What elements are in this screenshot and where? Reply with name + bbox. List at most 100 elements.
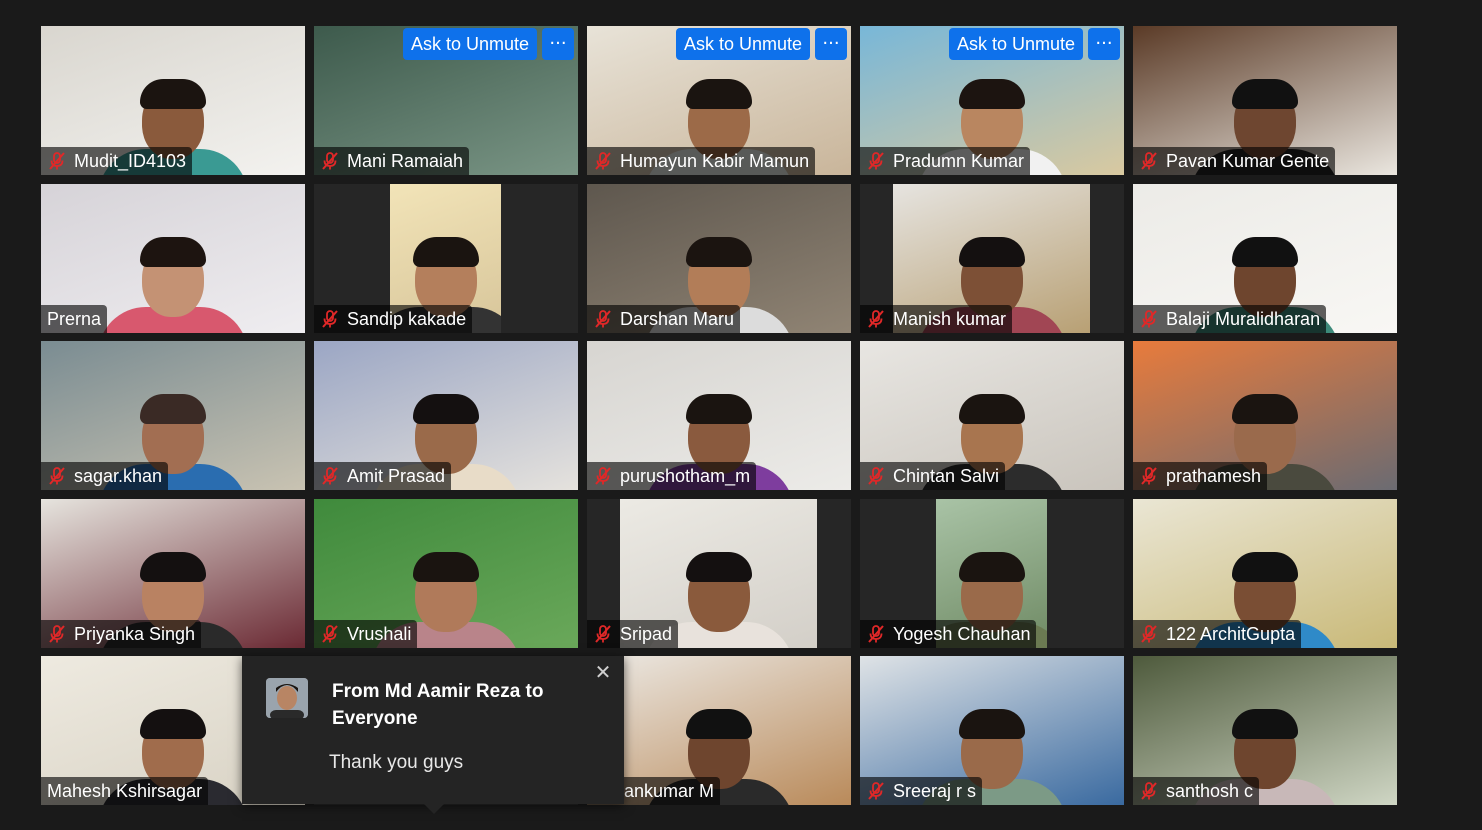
participant-name: Vrushali	[347, 623, 412, 644]
participant-tile[interactable]: Manish kumar	[860, 184, 1124, 333]
participant-name: Pradumn Kumar	[893, 150, 1025, 171]
participant-tile[interactable]: Yogesh Chauhan	[860, 499, 1124, 648]
participant-name: prathamesh	[1166, 465, 1262, 486]
participant-name: Sreeraj r s	[893, 780, 977, 801]
more-options-button[interactable]: ···	[815, 28, 847, 60]
participant-name-tag: Manish kumar	[860, 305, 1013, 333]
mic-muted-icon	[47, 624, 67, 644]
participant-name: Humayun Kabir Mamun	[620, 150, 810, 171]
chat-notification[interactable]: From Md Aamir Reza to Everyone Thank you…	[242, 656, 624, 814]
chat-sender-header: From Md Aamir Reza to Everyone	[332, 681, 544, 729]
participant-tile[interactable]: Pavan Kumar Gente	[1133, 26, 1397, 175]
participant-tile[interactable]: Sandip kakade	[314, 184, 578, 333]
participant-tile[interactable]: Balaji Muralidharan	[1133, 184, 1397, 333]
participant-name-tag: Pavan Kumar Gente	[1133, 147, 1336, 175]
tile-actions: Ask to Unmute ···	[402, 28, 574, 60]
close-icon[interactable]: ✕	[592, 662, 614, 684]
participant-name-tag: Humayun Kabir Mamun	[587, 147, 816, 175]
participant-name: Sandip kakade	[347, 308, 467, 329]
popup-caret	[424, 804, 444, 814]
participant-name-tag: Sripad	[587, 620, 679, 648]
mic-muted-icon	[1139, 151, 1159, 171]
mic-muted-icon	[320, 624, 340, 644]
participant-name-tag: 122 ArchitGupta	[1133, 620, 1302, 648]
mic-muted-icon	[593, 466, 613, 486]
participant-tile[interactable]: Ask to Unmute ··· Mani Ramaiah	[314, 26, 578, 175]
mic-muted-icon	[866, 151, 886, 171]
participant-tile[interactable]: santhosh c	[1133, 656, 1397, 805]
mic-muted-icon	[593, 309, 613, 329]
mic-muted-icon	[866, 466, 886, 486]
participant-name: purushotham_m	[620, 465, 751, 486]
participant-name: santhosh c	[1166, 780, 1254, 801]
participant-name: sagar.khan	[74, 465, 163, 486]
participant-name-tag: purushotham_m	[587, 462, 757, 490]
participant-name-tag: Mani Ramaiah	[314, 147, 470, 175]
tile-actions: Ask to Unmute ···	[948, 28, 1120, 60]
participant-name: Manish kumar	[893, 308, 1007, 329]
participant-name: 122 ArchitGupta	[1166, 623, 1296, 644]
participant-tile[interactable]: Mudit_ID4103	[41, 26, 305, 175]
participant-name: Balaji Muralidharan	[1166, 308, 1321, 329]
chat-message-text: Thank you guys	[329, 752, 464, 773]
mic-muted-icon	[1139, 624, 1159, 644]
participant-name-tag: Pradumn Kumar	[860, 147, 1031, 175]
more-options-button[interactable]: ···	[542, 28, 574, 60]
participant-tile[interactable]: 122 ArchitGupta	[1133, 499, 1397, 648]
participant-tile[interactable]: Amit Prasad	[314, 341, 578, 490]
participant-name: Pavan Kumar Gente	[1166, 150, 1330, 171]
participant-tile[interactable]: purushotham_m	[587, 341, 851, 490]
participant-name-tag: Mahesh Kshirsagar	[41, 777, 209, 805]
participant-name: Prerna	[47, 308, 102, 329]
participant-tile[interactable]: Prerna	[41, 184, 305, 333]
more-options-button[interactable]: ···	[1088, 28, 1120, 60]
participant-tile[interactable]: Pavankumar M	[587, 656, 851, 805]
participant-name-tag: Amit Prasad	[314, 462, 452, 490]
participant-tile[interactable]: sagar.khan	[41, 341, 305, 490]
participant-name: Sripad	[620, 623, 673, 644]
participant-tile[interactable]: prathamesh	[1133, 341, 1397, 490]
participant-name-tag: sagar.khan	[41, 462, 169, 490]
participant-name: Mudit_ID4103	[74, 150, 187, 171]
participant-name-tag: Priyanka Singh	[41, 620, 202, 648]
ask-to-unmute-button[interactable]: Ask to Unmute	[402, 28, 537, 60]
mic-muted-icon	[866, 624, 886, 644]
participant-tile[interactable]: Chintan Salvi	[860, 341, 1124, 490]
participant-tile[interactable]: Ask to Unmute ··· Humayun Kabir Mamun	[587, 26, 851, 175]
mic-muted-icon	[320, 309, 340, 329]
participant-tile[interactable]: Sripad	[587, 499, 851, 648]
mic-muted-icon	[47, 466, 67, 486]
participant-name: Mani Ramaiah	[347, 150, 464, 171]
participant-name-tag: santhosh c	[1133, 777, 1260, 805]
ask-to-unmute-button[interactable]: Ask to Unmute	[675, 28, 810, 60]
participant-tile[interactable]: Priyanka Singh	[41, 499, 305, 648]
participant-name-tag: prathamesh	[1133, 462, 1268, 490]
mic-muted-icon	[593, 624, 613, 644]
ask-to-unmute-button[interactable]: Ask to Unmute	[948, 28, 1083, 60]
participant-tile[interactable]: Sreeraj r s	[860, 656, 1124, 805]
participant-silhouette	[98, 235, 248, 333]
participant-name: Darshan Maru	[620, 308, 735, 329]
participant-name-tag: Darshan Maru	[587, 305, 741, 333]
participant-name-tag: Balaji Muralidharan	[1133, 305, 1327, 333]
mic-muted-icon	[1139, 781, 1159, 801]
participant-tile[interactable]: Darshan Maru	[587, 184, 851, 333]
participant-name-tag: Vrushali	[314, 620, 418, 648]
mic-muted-icon	[1139, 309, 1159, 329]
participant-name: Mahesh Kshirsagar	[47, 780, 203, 801]
participant-tile[interactable]: Ask to Unmute ··· Pradumn Kumar	[860, 26, 1124, 175]
mic-muted-icon	[1139, 466, 1159, 486]
participant-name-tag: Sreeraj r s	[860, 777, 983, 805]
participant-name-tag: Prerna	[41, 305, 108, 333]
mic-muted-icon	[593, 151, 613, 171]
mic-muted-icon	[320, 151, 340, 171]
participant-name-tag: Chintan Salvi	[860, 462, 1006, 490]
participant-tile[interactable]: Vrushali	[314, 499, 578, 648]
participant-name-tag: Yogesh Chauhan	[860, 620, 1037, 648]
mic-muted-icon	[866, 309, 886, 329]
participant-name: Amit Prasad	[347, 465, 446, 486]
mic-muted-icon	[47, 151, 67, 171]
tile-actions: Ask to Unmute ···	[675, 28, 847, 60]
participant-name-tag: Sandip kakade	[314, 305, 473, 333]
sender-avatar	[266, 678, 308, 718]
